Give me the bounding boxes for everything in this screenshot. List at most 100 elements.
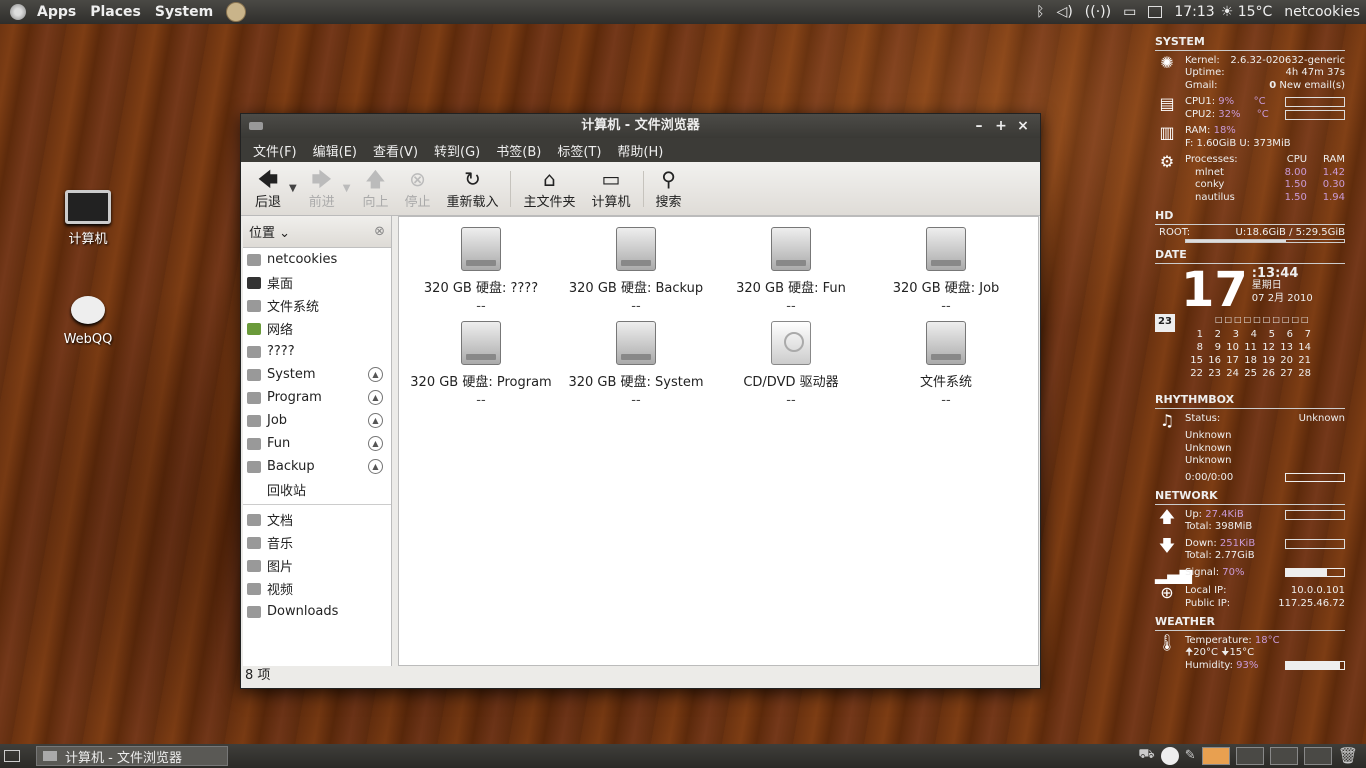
- menu-help[interactable]: 帮助(H): [609, 141, 671, 160]
- workspace-4[interactable]: [1303, 746, 1332, 765]
- menu-view[interactable]: 查看(V): [365, 141, 426, 160]
- eject-icon[interactable]: ▲: [368, 459, 383, 474]
- close-sidebar-icon[interactable]: ⊗: [374, 224, 385, 239]
- sidebar-item-job[interactable]: Job ▲: [243, 409, 391, 432]
- bluetooth-icon[interactable]: ᛒ: [1036, 4, 1044, 20]
- eject-icon[interactable]: ▲: [368, 436, 383, 451]
- forward-history-dropdown[interactable]: ▼: [343, 183, 351, 194]
- mail-icon[interactable]: [1148, 6, 1163, 18]
- menu-bookmarks[interactable]: 书签(B): [488, 141, 549, 160]
- rb-line: Unknown: [1185, 455, 1232, 466]
- sidebar-item-backup[interactable]: Backup ▲: [243, 455, 391, 478]
- sidebar-type-select[interactable]: 位置 ⌄: [249, 222, 290, 241]
- network-header: NETWORK: [1155, 489, 1345, 505]
- back-history-dropdown[interactable]: ▼: [289, 183, 297, 194]
- menu-go[interactable]: 转到(G): [426, 141, 488, 160]
- desktop-icon: [247, 276, 261, 289]
- user-face-icon[interactable]: [226, 2, 247, 22]
- network-icon[interactable]: ▭: [1123, 4, 1136, 20]
- home-button[interactable]: ⌂ 主文件夹: [515, 164, 583, 214]
- drive-item-label: CD/DVD 驱动器: [743, 375, 839, 390]
- drive-item[interactable]: CD/DVD 驱动器 --: [713, 321, 869, 408]
- workspace-1[interactable]: [1201, 746, 1230, 765]
- reload-button[interactable]: ↻ 重新载入: [438, 164, 506, 214]
- sidebar-item-pictures[interactable]: 图片: [243, 554, 391, 577]
- volume-icon[interactable]: ◁): [1057, 4, 1073, 20]
- workspace-3[interactable]: [1269, 746, 1298, 765]
- sidebar-item-system[interactable]: System ▲: [243, 363, 391, 386]
- desktop-icon-webqq[interactable]: WebQQ: [43, 296, 133, 347]
- hard-disk-icon: [926, 321, 966, 365]
- eject-icon[interactable]: ▲: [368, 390, 383, 405]
- forward-button[interactable]: 🡆 前进: [301, 164, 343, 214]
- sidebar-item-program[interactable]: Program ▲: [243, 386, 391, 409]
- drive-item[interactable]: 320 GB 硬盘: Job --: [868, 227, 1024, 314]
- system-menu[interactable]: System: [148, 4, 220, 20]
- minimize-button[interactable]: –: [968, 114, 990, 138]
- show-desktop-icon[interactable]: [4, 750, 20, 762]
- stop-button[interactable]: ⊗ 停止: [396, 164, 438, 214]
- pictures-folder-icon: [247, 559, 261, 572]
- trash-icon[interactable]: 🗑: [1338, 746, 1358, 765]
- drive-item[interactable]: 320 GB 硬盘: Fun --: [713, 227, 869, 314]
- sidebar-item-filesystem[interactable]: 文件系统: [243, 294, 391, 317]
- maximize-button[interactable]: +: [990, 114, 1012, 138]
- sidebar-item-documents[interactable]: 文档: [243, 508, 391, 531]
- sidebar-item-fun[interactable]: Fun ▲: [243, 432, 391, 455]
- sidebar-item-videos[interactable]: 视频: [243, 577, 391, 600]
- uptime-value: 4h 47m 37s: [1285, 67, 1345, 78]
- reload-label: 重新载入: [446, 195, 499, 210]
- search-button[interactable]: ⚲ 搜索: [648, 164, 690, 214]
- workspace-2[interactable]: [1235, 746, 1264, 765]
- sidebar-item-desktop[interactable]: 桌面: [243, 271, 391, 294]
- desktop-icon-computer[interactable]: 计算机: [43, 190, 133, 247]
- up-button[interactable]: 🡅 向上: [354, 164, 396, 214]
- drive-item[interactable]: 320 GB 硬盘: Program --: [403, 321, 559, 408]
- places-menu[interactable]: Places: [83, 4, 148, 20]
- taskbar-item-file-browser[interactable]: 计算机 - 文件浏览器: [36, 746, 228, 766]
- window-titlebar[interactable]: 计算机 - 文件浏览器 – + ×: [241, 114, 1040, 138]
- lock-icon[interactable]: [1160, 746, 1179, 765]
- sidebar-item-network[interactable]: 网络: [243, 317, 391, 340]
- uptime-label: Uptime:: [1185, 67, 1225, 78]
- menu-file[interactable]: 文件(F): [245, 141, 305, 160]
- sidebar-item-label: netcookies: [267, 252, 338, 267]
- apps-menu[interactable]: Apps: [30, 4, 83, 20]
- tool-icon[interactable]: ✎: [1185, 748, 1196, 763]
- drive-item[interactable]: 320 GB 硬盘: ???? --: [403, 227, 559, 314]
- sidebar-item-home[interactable]: netcookies: [243, 248, 391, 271]
- sidebar-item-label: Program: [267, 390, 322, 405]
- back-button[interactable]: 🡄 后退: [247, 164, 289, 214]
- computer-label: 计算机: [591, 195, 631, 210]
- window-menu-icon[interactable]: [249, 122, 263, 130]
- eject-icon[interactable]: ▲: [368, 413, 383, 428]
- computer-button[interactable]: ▭ 计算机: [584, 164, 639, 214]
- sidebar-item-downloads[interactable]: Downloads: [243, 600, 391, 623]
- drive-item[interactable]: 文件系统 --: [868, 321, 1024, 408]
- root-value: U:18.6GiB / 5:29.5GiB: [1235, 226, 1345, 238]
- calendar-day: 13: [1280, 342, 1293, 353]
- calendar-day: 6: [1286, 329, 1293, 340]
- apps-logo-icon[interactable]: [10, 4, 26, 20]
- drive-item-label: 文件系统: [919, 375, 972, 390]
- sidebar-item-unknown-drive[interactable]: ????: [243, 340, 391, 363]
- drive-item[interactable]: 320 GB 硬盘: System --: [558, 321, 714, 408]
- mlnet-icon[interactable]: ⛟: [1138, 747, 1154, 764]
- clock[interactable]: 17:13: [1174, 4, 1214, 20]
- icon-view[interactable]: 320 GB 硬盘: ???? -- 320 GB 硬盘: Backup -- 32…: [398, 216, 1039, 666]
- cpu1-label: CPU1:: [1185, 96, 1216, 107]
- menu-edit[interactable]: 编辑(E): [305, 141, 365, 160]
- drive-item[interactable]: 320 GB 硬盘: Backup --: [558, 227, 714, 314]
- close-button[interactable]: ×: [1012, 114, 1034, 138]
- user-menu[interactable]: netcookies: [1284, 4, 1360, 20]
- sidebar-item-music[interactable]: 音乐: [243, 531, 391, 554]
- wireless-icon[interactable]: ((·)): [1085, 4, 1111, 20]
- calendar-day: 27: [1280, 368, 1293, 379]
- eject-icon[interactable]: ▲: [368, 367, 383, 382]
- home-icon: ⌂: [543, 167, 556, 191]
- calendar-day: 19: [1262, 355, 1275, 366]
- sidebar-item-trash[interactable]: 回收站: [243, 478, 391, 501]
- menu-tabs[interactable]: 标签(T): [549, 141, 609, 160]
- ram-detail: F: 1.60GiB U: 373MiB: [1185, 137, 1291, 149]
- weather-indicator[interactable]: ☀ 15°C: [1221, 4, 1273, 20]
